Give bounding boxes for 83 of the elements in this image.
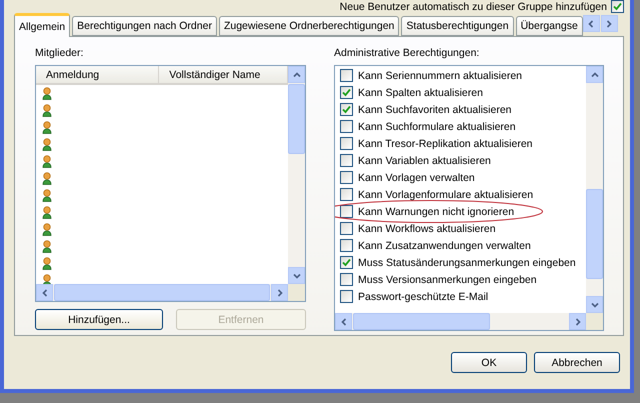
vertical-scrollbar[interactable] xyxy=(288,66,305,284)
user-icon xyxy=(42,189,52,202)
permission-label: Kann Vorlagen verwalten xyxy=(358,172,475,184)
scrollbar-corner xyxy=(288,284,305,301)
chevron-icon xyxy=(40,288,48,296)
permissions-label: Administrative Berechtigungen: xyxy=(334,47,480,60)
members-label: Mitglieder: xyxy=(35,47,84,60)
list-action-button[interactable]: Hinzufügen... xyxy=(35,309,163,330)
user-icon xyxy=(42,172,52,185)
tab[interactable]: Übergangse xyxy=(516,16,583,36)
chevron-icon xyxy=(605,20,614,28)
tab[interactable]: Berechtigungen nach Ordner xyxy=(72,16,217,36)
auto-add-label: Neue Benutzer automatisch zu dieser Gruppe hinzufügen xyxy=(340,0,607,12)
checkbox[interactable] xyxy=(340,188,353,201)
user-icon xyxy=(42,240,52,253)
tab[interactable]: Zugewiesene Ordnerberechtigungen xyxy=(218,16,400,36)
chevron-icon xyxy=(590,300,598,308)
permission-label: Muss Statusänderungsanmerkungen eingeben xyxy=(358,256,576,268)
tab[interactable]: Allgemein xyxy=(14,13,70,37)
vertical-scrollbar[interactable] xyxy=(586,66,603,313)
permission-label: Kann Seriennummern aktualisieren xyxy=(358,70,522,82)
user-icon xyxy=(42,104,52,117)
user-icon xyxy=(42,206,52,219)
checkmark-icon xyxy=(342,258,351,267)
permission-label: Kann Tresor-Replikation aktualisieren xyxy=(358,138,533,150)
permission-label: Passwort-geschützte E-Mail xyxy=(358,290,488,302)
checkmark-icon xyxy=(613,2,622,11)
permission-label: Kann Workflows aktualisieren xyxy=(358,222,496,234)
checkbox[interactable] xyxy=(340,103,353,116)
scrollbar-thumb[interactable] xyxy=(586,189,603,279)
permission-label: Kann Spalten aktualisieren xyxy=(358,86,483,98)
column-header[interactable]: Anmeldung xyxy=(36,66,160,83)
scroll-right-button[interactable] xyxy=(569,313,586,330)
chevron-icon xyxy=(292,70,300,78)
tab[interactable]: Statusberechtigungen xyxy=(401,16,514,36)
checkbox[interactable] xyxy=(340,154,353,167)
scroll-right-button[interactable] xyxy=(271,284,288,301)
permission-label: Kann Zusatzanwendungen verwalten xyxy=(358,240,531,252)
horizontal-scrollbar[interactable] xyxy=(335,313,586,330)
permission-label: Kann Suchformulare aktualisieren xyxy=(358,120,516,132)
permission-label: Muss Versionsanmerkungen eingeben xyxy=(358,274,537,286)
scrollbar-corner xyxy=(586,313,603,330)
scroll-left-button[interactable] xyxy=(335,313,352,330)
permission-label: Kann Vorlagenformulare aktualisieren xyxy=(358,188,534,200)
checkbox[interactable] xyxy=(340,86,353,99)
scrollbar-thumb[interactable] xyxy=(353,313,490,330)
permission-label: Kann Suchfavoriten aktualisieren xyxy=(358,104,512,116)
dialog-button[interactable]: Abbrechen xyxy=(534,352,620,373)
checkbox[interactable] xyxy=(340,290,353,303)
user-icon xyxy=(42,155,52,168)
checkbox[interactable] xyxy=(611,0,624,13)
chevron-icon xyxy=(276,288,284,296)
permission-label: Kann Variablen aktualisieren xyxy=(358,154,491,166)
checkbox[interactable] xyxy=(340,171,353,184)
checkbox[interactable] xyxy=(340,69,353,82)
chevron-icon xyxy=(340,318,348,326)
user-icon xyxy=(42,274,52,284)
checkbox[interactable] xyxy=(340,205,353,218)
checkbox[interactable] xyxy=(340,273,353,286)
scroll-left-button[interactable] xyxy=(36,284,53,301)
scroll-up-button[interactable] xyxy=(586,66,603,83)
tab-scroll-right-button[interactable] xyxy=(600,15,618,32)
tab-scroll-left-button[interactable] xyxy=(582,15,600,32)
checkbox[interactable] xyxy=(340,256,353,269)
checkbox[interactable] xyxy=(340,222,353,235)
scroll-down-button[interactable] xyxy=(586,296,603,313)
scroll-down-button[interactable] xyxy=(288,267,305,284)
checkbox[interactable] xyxy=(340,137,353,150)
user-icon xyxy=(42,87,52,100)
user-icon xyxy=(42,121,52,134)
dialog-button[interactable]: OK xyxy=(451,352,527,373)
chevron-icon xyxy=(292,272,300,280)
chevron-icon xyxy=(587,20,596,28)
chevron-icon xyxy=(590,70,598,78)
checkbox[interactable] xyxy=(340,239,353,252)
user-icon xyxy=(42,257,52,270)
scroll-up-button[interactable] xyxy=(288,66,305,83)
permission-label: Kann Warnungen nicht ignorieren xyxy=(358,206,514,218)
checkbox[interactable] xyxy=(340,120,353,133)
user-icon xyxy=(42,223,52,236)
scrollbar-thumb[interactable] xyxy=(288,84,305,154)
user-icon xyxy=(42,138,52,151)
chevron-icon xyxy=(574,318,582,326)
